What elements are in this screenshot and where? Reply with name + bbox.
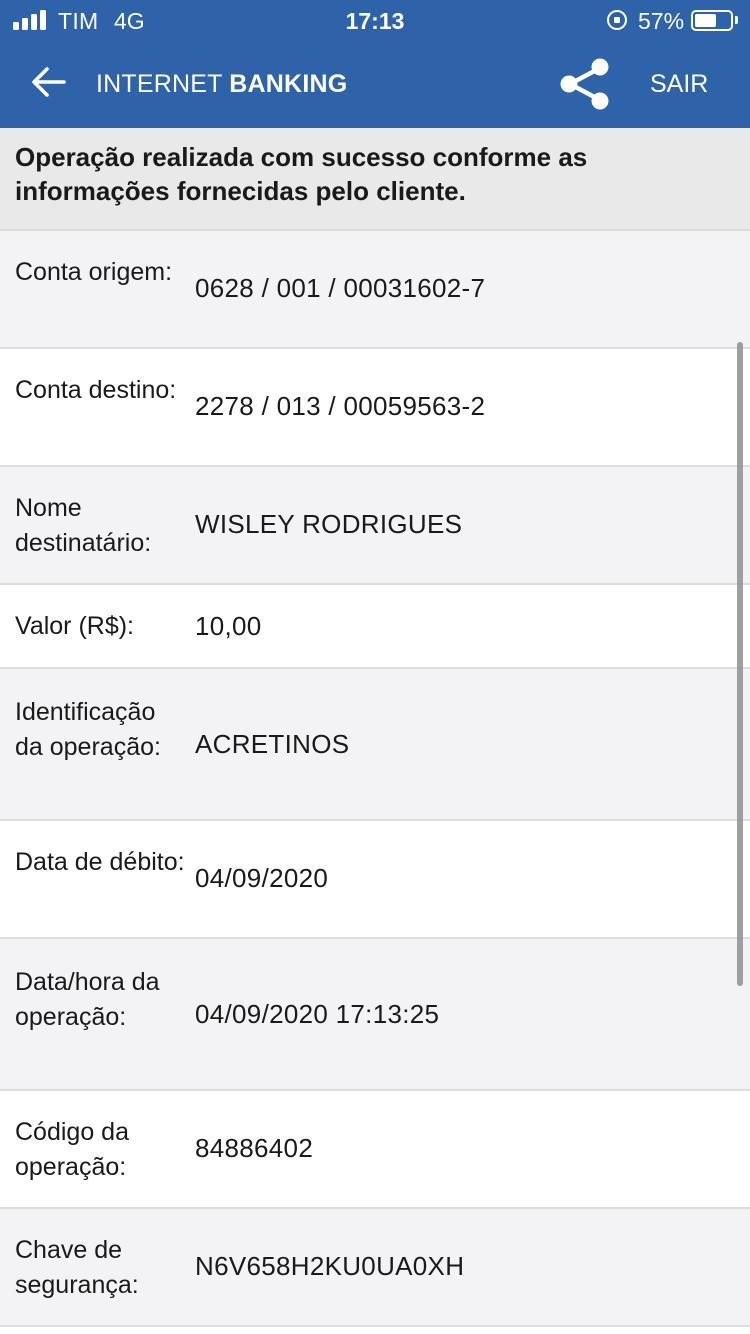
detail-row-amount: Valor (R$): 10,00 bbox=[0, 585, 750, 669]
detail-value: 0628 / 001 / 00031602-7 bbox=[195, 273, 486, 303]
detail-row-destination-account: Conta destino: 2278 / 013 / 00059563-2 bbox=[0, 349, 750, 467]
detail-label: Nome destinatário: bbox=[15, 494, 152, 557]
app-header: TIM 4G 17:13 57% INTERNET BANKING SAIR bbox=[0, 0, 750, 128]
detail-value: 2278 / 013 / 00059563-2 bbox=[195, 391, 486, 421]
success-banner: Operação realizada com sucesso conforme … bbox=[0, 128, 750, 231]
page-title: INTERNET BANKING bbox=[96, 70, 347, 99]
success-message: Operação realizada com sucesso conforme … bbox=[15, 142, 588, 206]
detail-label: Conta destino: bbox=[15, 376, 177, 404]
detail-row-debit-date: Data de débito: 04/09/2020 bbox=[0, 821, 750, 939]
back-arrow-icon[interactable] bbox=[28, 62, 68, 102]
detail-row-source-account: Conta origem: 0628 / 001 / 00031602-7 bbox=[0, 231, 750, 349]
share-icon[interactable] bbox=[558, 56, 612, 112]
detail-row-operation-datetime: Data/hora da operação: 04/09/2020 17:13:… bbox=[0, 939, 750, 1091]
detail-label: Data de débito: bbox=[15, 848, 185, 876]
detail-value: 04/09/2020 17:13:25 bbox=[195, 999, 440, 1029]
battery-cap bbox=[735, 16, 738, 24]
page-title-regular: INTERNET bbox=[96, 70, 230, 98]
navigation-bar: INTERNET BANKING SAIR bbox=[0, 42, 750, 128]
detail-label: Identificação da operação: bbox=[15, 698, 161, 761]
detail-value: 04/09/2020 bbox=[195, 863, 329, 893]
detail-value: ACRETINOS bbox=[195, 729, 350, 759]
battery-icon bbox=[691, 10, 733, 31]
detail-label: Código da operação: bbox=[15, 1118, 129, 1181]
detail-value: 10,00 bbox=[195, 611, 262, 641]
detail-label: Data/hora da operação: bbox=[15, 968, 160, 1031]
detail-value: 84886402 bbox=[195, 1133, 314, 1163]
detail-label: Valor (R$): bbox=[15, 612, 135, 640]
detail-label: Conta origem: bbox=[15, 258, 173, 286]
detail-row-operation-id: Identificação da operação: ACRETINOS bbox=[0, 669, 750, 821]
detail-row-operation-code: Código da operação: 84886402 bbox=[0, 1091, 750, 1209]
battery-percentage: 57% bbox=[638, 8, 685, 34]
detail-row-recipient-name: Nome destinatário: WISLEY RODRIGUES bbox=[0, 467, 750, 585]
scrollbar[interactable] bbox=[737, 342, 743, 986]
orientation-lock-icon bbox=[607, 10, 627, 30]
receipt-details: Conta origem: 0628 / 001 / 00031602-7 Co… bbox=[0, 231, 750, 1327]
logout-button[interactable]: SAIR bbox=[650, 70, 708, 99]
page-title-bold: BANKING bbox=[229, 70, 348, 98]
status-bar: TIM 4G 17:13 57% bbox=[0, 0, 750, 42]
detail-value: N6V658H2KU0UA0XH bbox=[195, 1251, 465, 1281]
detail-value: WISLEY RODRIGUES bbox=[195, 509, 463, 539]
detail-label: Chave de segurança: bbox=[15, 1236, 139, 1299]
detail-row-security-key: Chave de segurança: N6V658H2KU0UA0XH bbox=[0, 1209, 750, 1327]
